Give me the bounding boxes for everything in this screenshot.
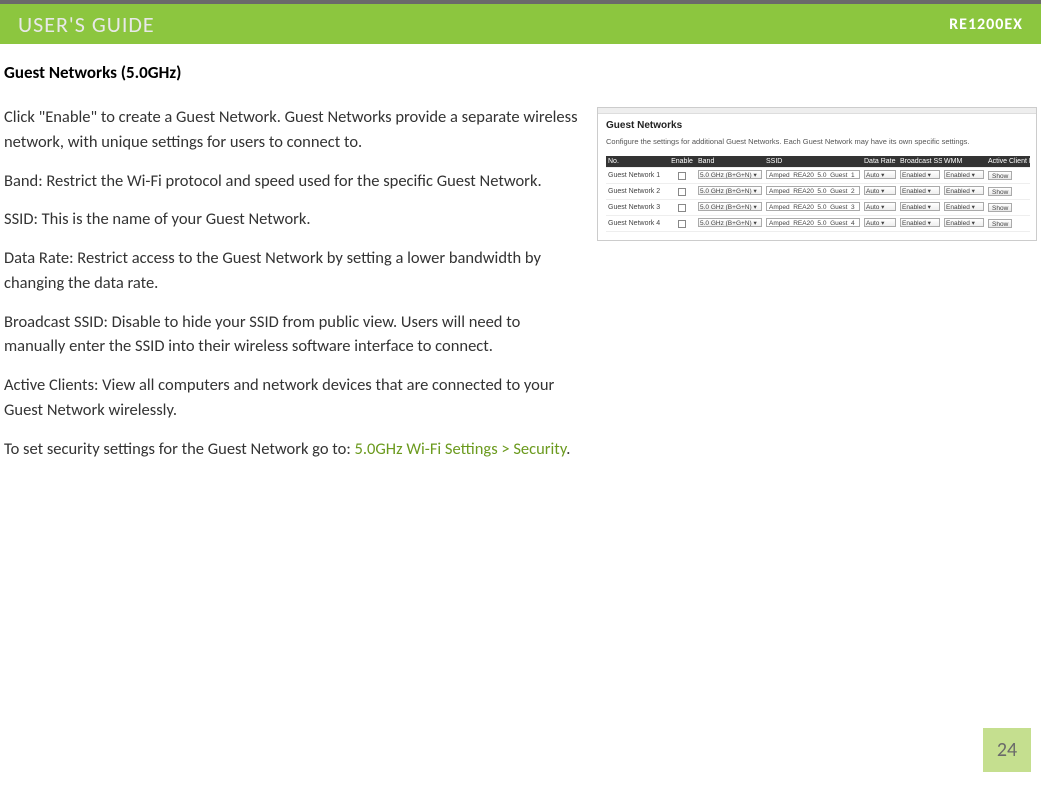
guide-title: USER'S GUIDE bbox=[18, 11, 155, 38]
panel-description: Configure the settings for additional Gu… bbox=[606, 137, 1028, 146]
paragraph-active-clients: Active Clients: View all computers and n… bbox=[4, 373, 585, 423]
section-title: Guest Networks (5.0GHz) bbox=[4, 62, 1037, 83]
paragraph-band: Band: Restrict the Wi-Fi protocol and sp… bbox=[4, 169, 585, 194]
row-label: Guest Network 4 bbox=[606, 216, 668, 232]
table-row: Guest Network 2 5.0 GHz (B+G+N) ▾ Amped_RE… bbox=[606, 184, 1030, 200]
rate-select[interactable]: Auto ▾ bbox=[864, 218, 896, 227]
col-rate: Data Rate bbox=[862, 156, 898, 168]
show-button[interactable]: Show bbox=[988, 203, 1012, 212]
table-header-row: No. Enable Band SSID Data Rate Broadcast… bbox=[606, 156, 1030, 168]
enable-checkbox[interactable] bbox=[668, 168, 696, 184]
page-header: USER'S GUIDE RE1200EX bbox=[0, 0, 1041, 44]
panel-heading: Guest Networks bbox=[606, 120, 1028, 131]
wmm-select[interactable]: Enabled ▾ bbox=[944, 170, 984, 179]
config-panel: Guest Networks Configure the settings fo… bbox=[597, 107, 1037, 241]
broadcast-select[interactable]: Enabled ▾ bbox=[900, 170, 940, 179]
show-button[interactable]: Show bbox=[988, 171, 1012, 180]
col-enable: Enable bbox=[668, 156, 696, 168]
page-number: 24 bbox=[983, 728, 1031, 772]
body-text: Click "Enable" to create a Guest Network… bbox=[4, 105, 585, 475]
security-prefix: To set security settings for the Guest N… bbox=[4, 439, 354, 459]
table-row: Guest Network 4 5.0 GHz (B+G+N) ▾ Amped_RE… bbox=[606, 216, 1030, 232]
paragraph-datarate: Data Rate: Restrict access to the Guest … bbox=[4, 246, 585, 296]
enable-checkbox[interactable] bbox=[668, 184, 696, 200]
wmm-select[interactable]: Enabled ▾ bbox=[944, 186, 984, 195]
rate-select[interactable]: Auto ▾ bbox=[864, 202, 896, 211]
row-label: Guest Network 3 bbox=[606, 200, 668, 216]
paragraph-intro: Click "Enable" to create a Guest Network… bbox=[4, 105, 585, 155]
ssid-input[interactable]: Amped_REA20_5.0_Guest_1 bbox=[766, 170, 860, 179]
ssid-input[interactable]: Amped_REA20_5.0_Guest_4 bbox=[766, 218, 860, 227]
row-label: Guest Network 2 bbox=[606, 184, 668, 200]
band-select[interactable]: 5.0 GHz (B+G+N) ▾ bbox=[698, 186, 762, 195]
wmm-select[interactable]: Enabled ▾ bbox=[944, 202, 984, 211]
security-suffix: . bbox=[566, 439, 570, 459]
broadcast-select[interactable]: Enabled ▾ bbox=[900, 202, 940, 211]
guest-network-table: No. Enable Band SSID Data Rate Broadcast… bbox=[606, 156, 1030, 232]
col-wmm: WMM bbox=[942, 156, 986, 168]
ssid-input[interactable]: Amped_REA20_5.0_Guest_3 bbox=[766, 202, 860, 211]
show-button[interactable]: Show bbox=[988, 219, 1012, 228]
table-row: Guest Network 3 5.0 GHz (B+G+N) ▾ Amped_RE… bbox=[606, 200, 1030, 216]
col-no: No. bbox=[606, 156, 668, 168]
rate-select[interactable]: Auto ▾ bbox=[864, 170, 896, 179]
paragraph-ssid: SSID: This is the name of your Guest Net… bbox=[4, 207, 585, 232]
col-band: Band bbox=[696, 156, 764, 168]
enable-checkbox[interactable] bbox=[668, 200, 696, 216]
page-content: Guest Networks (5.0GHz) Click "Enable" t… bbox=[0, 44, 1041, 475]
band-select[interactable]: 5.0 GHz (B+G+N) ▾ bbox=[698, 202, 762, 211]
broadcast-select[interactable]: Enabled ▾ bbox=[900, 186, 940, 195]
enable-checkbox[interactable] bbox=[668, 216, 696, 232]
ssid-input[interactable]: Amped_REA20_5.0_Guest_2 bbox=[766, 186, 860, 195]
row-label: Guest Network 1 bbox=[606, 168, 668, 184]
security-link[interactable]: 5.0GHz Wi-Fi Settings > Security bbox=[354, 439, 566, 459]
broadcast-select[interactable]: Enabled ▾ bbox=[900, 218, 940, 227]
show-button[interactable]: Show bbox=[988, 187, 1012, 196]
table-row: Guest Network 1 5.0 GHz (B+G+N) ▾ Amped_RE… bbox=[606, 168, 1030, 184]
wmm-select[interactable]: Enabled ▾ bbox=[944, 218, 984, 227]
model-number: RE1200EX bbox=[949, 15, 1023, 34]
col-active: Active Client List bbox=[986, 156, 1030, 168]
band-select[interactable]: 5.0 GHz (B+G+N) ▾ bbox=[698, 170, 762, 179]
paragraph-security-link: To set security settings for the Guest N… bbox=[4, 437, 585, 462]
paragraph-broadcast: Broadcast SSID: Disable to hide your SSI… bbox=[4, 310, 585, 360]
col-bcast: Broadcast SSID bbox=[898, 156, 942, 168]
col-ssid: SSID bbox=[764, 156, 862, 168]
band-select[interactable]: 5.0 GHz (B+G+N) ▾ bbox=[698, 218, 762, 227]
rate-select[interactable]: Auto ▾ bbox=[864, 186, 896, 195]
